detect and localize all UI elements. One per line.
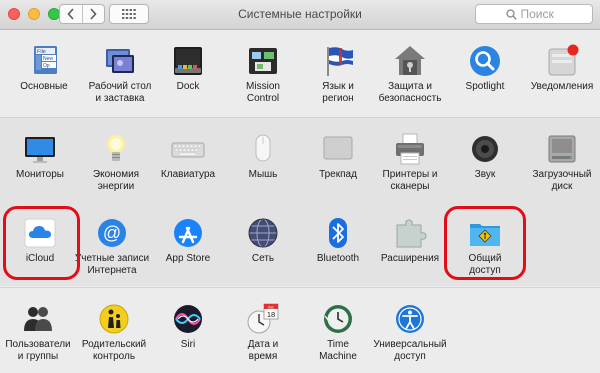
- trackpad-icon: [320, 131, 356, 167]
- close-window-button[interactable]: [8, 8, 20, 20]
- window-titlebar: Системные настройки: [0, 0, 600, 30]
- chevron-left-icon: [67, 8, 74, 20]
- forward-button[interactable]: [81, 5, 105, 23]
- pane-label: Основные: [20, 81, 68, 92]
- mouse-icon: [245, 131, 281, 167]
- pane-label: Уведомления: [530, 81, 594, 92]
- pane-spotlight[interactable]: Spotlight: [441, 43, 529, 93]
- time-machine-icon: [320, 301, 356, 337]
- search-icon: [505, 8, 517, 20]
- desktop-screensaver-icon: [102, 43, 138, 79]
- notifications-icon: [544, 43, 580, 79]
- app-store-icon: [170, 215, 206, 251]
- annotation-circle-icloud: [3, 206, 80, 280]
- printer-icon: [392, 131, 428, 167]
- svg-text:New: New: [43, 56, 53, 62]
- siri-icon: [170, 301, 206, 337]
- pane-sound[interactable]: Звук: [441, 131, 529, 181]
- svg-text:JUL: JUL: [267, 304, 275, 309]
- back-forward-group: [59, 4, 105, 24]
- pane-notifications[interactable]: Уведомления: [518, 43, 600, 93]
- pane-label: Звук: [474, 169, 496, 180]
- language-region-flag-icon: [320, 43, 356, 79]
- pane-label: Учетные записи Интернета: [74, 253, 150, 276]
- annotation-circle-sharing: [444, 206, 526, 280]
- pane-accessibility[interactable]: Универсальный доступ: [366, 301, 454, 362]
- svg-text:@: @: [103, 223, 121, 243]
- users-groups-icon: [20, 301, 56, 337]
- extensions-puzzle-icon: [392, 215, 428, 251]
- pane-internet-accounts[interactable]: @ Учетные записи Интернета: [68, 215, 156, 276]
- bluetooth-icon: [320, 215, 356, 251]
- svg-text:18: 18: [267, 310, 275, 319]
- accessibility-icon: [392, 301, 428, 337]
- network-globe-icon: [245, 215, 281, 251]
- show-all-grid-icon: [122, 9, 136, 19]
- back-button[interactable]: [60, 5, 82, 23]
- date-time-calendar-icon: JUL 18: [245, 301, 281, 337]
- pane-label: Загрузочный диск: [532, 169, 592, 192]
- dock-icon: [170, 43, 206, 79]
- search-input[interactable]: [516, 7, 563, 21]
- internet-accounts-at-icon: @: [94, 215, 130, 251]
- pane-label: Spotlight: [465, 81, 505, 92]
- spotlight-magnifier-icon: [467, 43, 503, 79]
- parental-controls-icon: [96, 301, 132, 337]
- svg-text:File: File: [37, 49, 46, 55]
- general-icon: File New Op: [26, 43, 62, 79]
- startup-disk-icon: [544, 131, 580, 167]
- svg-text:Op: Op: [43, 63, 50, 69]
- speaker-icon: [467, 131, 503, 167]
- minimize-window-button[interactable]: [28, 8, 40, 20]
- energy-saver-bulb-icon: [98, 131, 134, 167]
- chevron-right-icon: [90, 8, 97, 20]
- section-hardware: Мониторы Экономия энергии Клавиатура Мыш…: [0, 117, 600, 203]
- security-house-icon: [392, 43, 428, 79]
- search-field[interactable]: [475, 4, 593, 24]
- pane-label: Универсальный доступ: [373, 339, 447, 362]
- pane-general[interactable]: File New Op Основные: [0, 43, 88, 93]
- pane-startup-disk[interactable]: Загрузочный диск: [518, 131, 600, 192]
- keyboard-icon: [170, 131, 206, 167]
- section-system: Пользователи и группы Родительский контр…: [0, 287, 600, 373]
- show-all-button[interactable]: [109, 4, 149, 24]
- section-personal: File New Op Основные Рабочий стол и заст…: [0, 30, 600, 117]
- displays-monitor-icon: [22, 131, 58, 167]
- mission-control-icon: [245, 43, 281, 79]
